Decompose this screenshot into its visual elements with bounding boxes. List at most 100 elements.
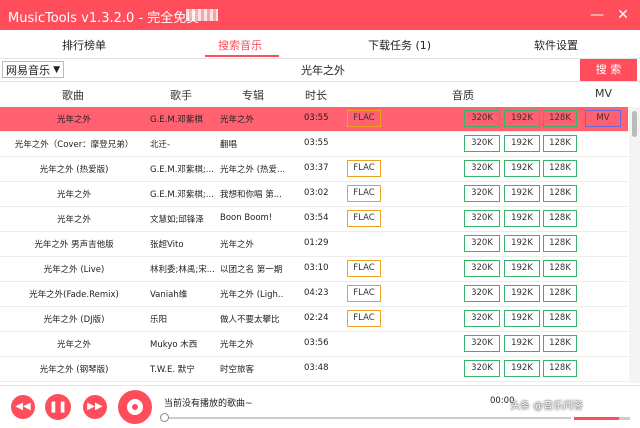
table-row[interactable]: 光年之外 Mukyo 木西 光年之外 03:56 320K 192K 128K xyxy=(0,332,628,357)
download-192k-button[interactable]: 192K xyxy=(504,135,540,152)
download-320k-button[interactable]: 320K xyxy=(464,135,500,152)
download-192k-button[interactable]: 192K xyxy=(504,335,540,352)
download-128k-button[interactable]: 128K xyxy=(543,135,577,152)
download-192k-button[interactable]: 192K xyxy=(504,310,540,327)
title-bar: MusicTools v1.3.2.0 - 完全免费 — ✕ xyxy=(0,0,640,30)
download-320k-button[interactable]: 320K xyxy=(464,160,500,177)
download-192k-button[interactable]: 192K xyxy=(504,160,540,177)
download-320k-button[interactable]: 320K xyxy=(464,210,500,227)
search-input[interactable] xyxy=(68,61,578,78)
header-artist: 歌手 xyxy=(170,89,192,102)
volume-slider[interactable] xyxy=(574,417,630,420)
song-title: 光年之外 xyxy=(56,190,91,200)
flac-download-button[interactable]: FLAC xyxy=(347,260,381,277)
song-album: 我想和你唱 第... xyxy=(220,190,282,200)
table-row[interactable]: 光年之外 (Live) 林利委;林禹;宋... 以团之名 第一期 03:10 F… xyxy=(0,257,628,282)
download-320k-button[interactable]: 320K xyxy=(464,310,500,327)
progress-slider[interactable] xyxy=(160,413,571,422)
download-128k-button[interactable]: 128K xyxy=(543,310,577,327)
flac-download-button[interactable]: FLAC xyxy=(347,310,381,327)
download-320k-button[interactable]: 320K xyxy=(464,335,500,352)
song-album: 光年之外 xyxy=(220,115,255,125)
download-320k-button[interactable]: 320K xyxy=(464,185,500,202)
download-128k-button[interactable]: 128K xyxy=(543,235,577,252)
header-song: 歌曲 xyxy=(62,89,84,102)
active-tab-indicator xyxy=(205,55,279,57)
download-192k-button[interactable]: 192K xyxy=(504,360,540,377)
flac-download-button[interactable]: FLAC xyxy=(347,110,381,127)
song-title: 光年之外 (DJ版) xyxy=(43,315,105,325)
tab-search-music[interactable]: 搜索音乐 xyxy=(218,37,262,53)
list-scrollbar[interactable] xyxy=(629,107,640,383)
download-192k-button[interactable]: 192K xyxy=(504,285,540,302)
flac-download-button[interactable]: FLAC xyxy=(347,185,381,202)
header-mv: MV xyxy=(595,87,613,100)
download-128k-button[interactable]: 128K xyxy=(543,285,577,302)
song-duration: 04:23 xyxy=(304,288,329,298)
song-artist: 文慧如;邱锋泽 xyxy=(150,215,204,225)
download-320k-button[interactable]: 320K xyxy=(464,235,500,252)
table-row[interactable]: 光年之外 男声吉他版 张超Vito 光年之外 01:29 320K 192K 1… xyxy=(0,232,628,257)
download-320k-button[interactable]: 320K xyxy=(464,260,500,277)
tab-downloads[interactable]: 下载任务 (1) xyxy=(368,37,431,53)
song-artist: 北迁- xyxy=(150,140,171,150)
source-select[interactable]: 网易音乐 ▼ xyxy=(2,61,64,78)
song-title: 光年之外 xyxy=(56,340,91,350)
download-128k-button[interactable]: 128K xyxy=(543,335,577,352)
table-row[interactable]: 光年之外（Cover：摩登兄弟） 北迁- 翻唱 03:55 320K 192K … xyxy=(0,132,628,157)
download-192k-button[interactable]: 192K xyxy=(504,110,540,127)
next-track-icon[interactable]: ▶▶ xyxy=(83,395,107,419)
app-title: MusicTools v1.3.2.0 - 完全免费 xyxy=(8,11,200,26)
progress-knob[interactable] xyxy=(160,413,169,422)
volume-level xyxy=(574,417,619,420)
download-320k-button[interactable]: 320K xyxy=(464,110,500,127)
search-button[interactable]: 搜 索 xyxy=(580,59,637,81)
table-row[interactable]: 光年之外 (钢琴版) T.W.E. 默宁 时空旅客 03:48 320K 192… xyxy=(0,357,628,382)
table-row[interactable]: 光年之外 (DJ版) 乐阳 做人不要太攀比 02:24 FLAC 320K 19… xyxy=(0,307,628,332)
previous-track-icon[interactable]: ◀◀ xyxy=(11,395,35,419)
song-duration: 03:55 xyxy=(304,113,329,123)
download-128k-button[interactable]: 128K xyxy=(543,210,577,227)
song-album: 以团之名 第一期 xyxy=(220,265,283,275)
flac-download-button[interactable]: FLAC xyxy=(347,285,381,302)
song-artist: Mukyo 木西 xyxy=(150,340,198,350)
header-album: 专辑 xyxy=(242,89,264,102)
download-128k-button[interactable]: 128K xyxy=(543,160,577,177)
tab-charts[interactable]: 排行榜单 xyxy=(62,37,106,53)
table-row[interactable]: 光年之外 G.E.M.邓紫棋 光年之外 03:55 FLAC 320K 192K… xyxy=(0,107,628,132)
mv-download-button[interactable]: MV xyxy=(585,110,621,127)
song-title: 光年之外 (Live) xyxy=(43,265,105,275)
flac-download-button[interactable]: FLAC xyxy=(347,160,381,177)
download-128k-button[interactable]: 128K xyxy=(543,110,577,127)
song-duration: 03:56 xyxy=(304,338,329,348)
song-album: Boon Boom! xyxy=(220,213,273,223)
album-disc-icon xyxy=(118,390,152,424)
download-128k-button[interactable]: 128K xyxy=(543,260,577,277)
header-duration: 时长 xyxy=(305,89,327,102)
download-192k-button[interactable]: 192K xyxy=(504,210,540,227)
download-128k-button[interactable]: 128K xyxy=(543,360,577,377)
song-artist: T.W.E. 默宁 xyxy=(150,365,195,375)
download-128k-button[interactable]: 128K xyxy=(543,185,577,202)
chevron-down-icon: ▼ xyxy=(53,65,60,75)
song-album: 翻唱 xyxy=(220,140,238,150)
close-icon[interactable]: ✕ xyxy=(612,4,634,26)
download-320k-button[interactable]: 320K xyxy=(464,285,500,302)
download-192k-button[interactable]: 192K xyxy=(504,260,540,277)
download-320k-button[interactable]: 320K xyxy=(464,360,500,377)
flac-download-button[interactable]: FLAC xyxy=(347,210,381,227)
pause-icon[interactable]: ❚❚ xyxy=(45,394,71,420)
table-row[interactable]: 光年之外 G.E.M.邓紫棋;... 我想和你唱 第... 03:02 FLAC… xyxy=(0,182,628,207)
song-album: 光年之外 (Ligh... xyxy=(220,290,284,300)
table-row[interactable]: 光年之外 文慧如;邱锋泽 Boon Boom! 03:54 FLAC 320K … xyxy=(0,207,628,232)
table-row[interactable]: 光年之外(Fade.Remix) Vaniah维 光年之外 (Ligh... 0… xyxy=(0,282,628,307)
download-192k-button[interactable]: 192K xyxy=(504,185,540,202)
song-title: 光年之外 男声吉他版 xyxy=(34,240,114,250)
song-duration: 03:02 xyxy=(304,188,329,198)
minimize-icon[interactable]: — xyxy=(586,4,608,26)
tab-settings[interactable]: 软件设置 xyxy=(534,37,578,53)
scrollbar-thumb[interactable] xyxy=(632,111,637,137)
table-row[interactable]: 光年之外 (热爱版) G.E.M.邓紫棋;... 光年之外 (热爱... 03:… xyxy=(0,157,628,182)
source-select-value: 网易音乐 xyxy=(6,64,50,77)
download-192k-button[interactable]: 192K xyxy=(504,235,540,252)
